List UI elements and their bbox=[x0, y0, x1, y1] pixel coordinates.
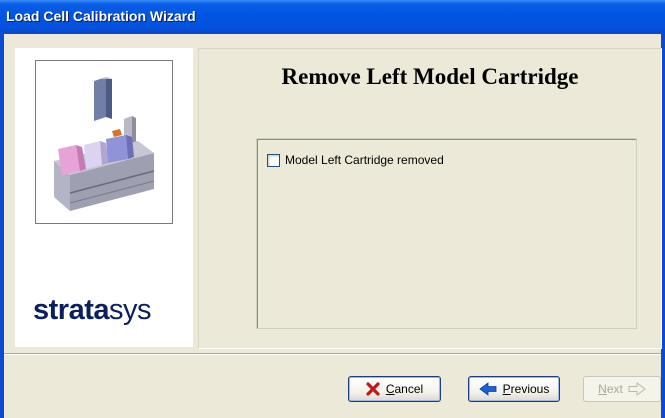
window-title: Load Cell Calibration Wizard bbox=[6, 8, 196, 24]
cartridge-removed-checkbox[interactable] bbox=[267, 153, 280, 167]
printer-assembly-image bbox=[35, 60, 173, 224]
wizard-content: Remove Left Model Cartridge Model Left C… bbox=[198, 48, 662, 349]
side-panel: stratasys bbox=[15, 48, 193, 347]
cartridge-removed-label[interactable]: Model Left Cartridge removed bbox=[285, 153, 444, 167]
logo-bold-text: strata bbox=[33, 294, 110, 326]
button-separator bbox=[4, 353, 661, 355]
stratasys-logo: stratasys bbox=[33, 294, 152, 327]
cancel-button-label: Cancel bbox=[385, 382, 424, 396]
previous-button-label: Previous bbox=[502, 382, 550, 396]
right-arrow-outline-icon bbox=[628, 382, 646, 396]
window-border-left bbox=[0, 34, 4, 418]
options-group-box: Model Left Cartridge removed bbox=[256, 138, 637, 329]
logo-light-text: sys bbox=[109, 294, 152, 326]
cancel-button[interactable]: Cancel bbox=[348, 376, 441, 402]
title-bar[interactable]: Load Cell Calibration Wizard bbox=[0, 0, 665, 34]
page-title: Remove Left Model Cartridge bbox=[281, 64, 579, 89]
next-button[interactable]: Next bbox=[583, 376, 661, 402]
wizard-window: Load Cell Calibration Wizard stratasys R… bbox=[0, 0, 665, 418]
previous-button[interactable]: Previous bbox=[468, 376, 560, 402]
left-arrow-icon bbox=[478, 382, 497, 396]
next-button-label: Next bbox=[598, 382, 623, 396]
printer-assembly-illustration bbox=[54, 77, 155, 211]
cartridge-removed-option[interactable]: Model Left Cartridge removed bbox=[267, 153, 444, 167]
red-x-icon bbox=[366, 382, 380, 396]
